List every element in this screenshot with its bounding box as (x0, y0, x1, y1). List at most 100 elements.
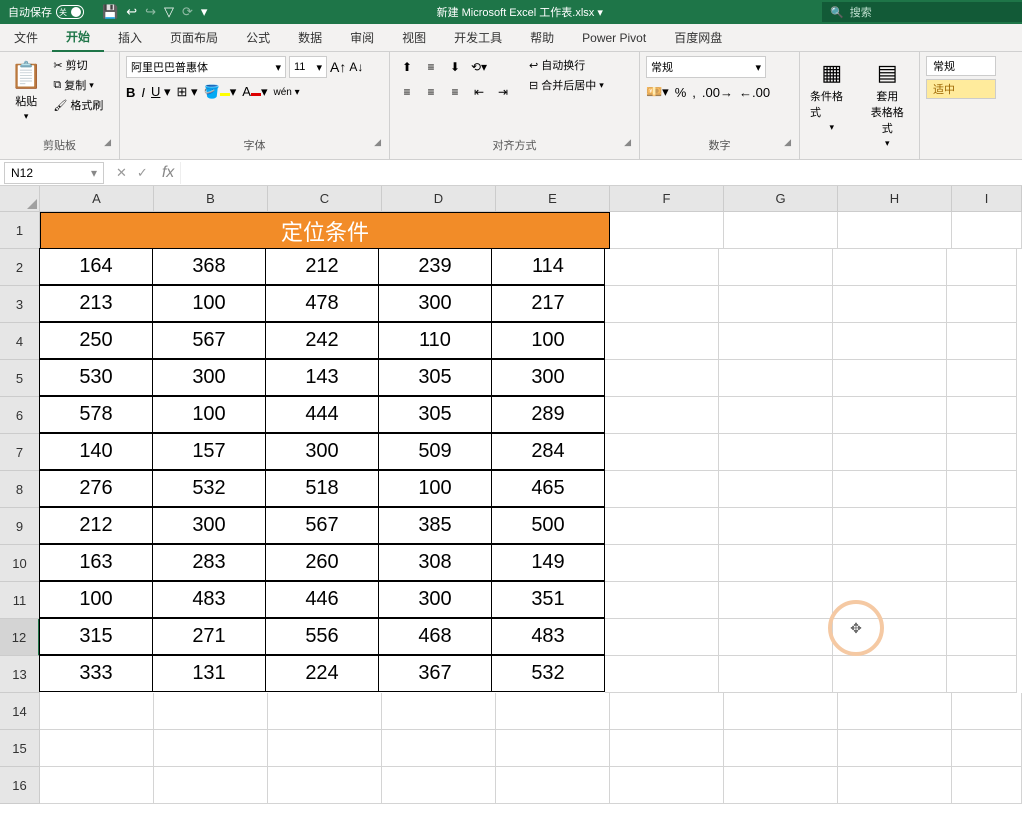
cell[interactable] (952, 767, 1022, 804)
cell[interactable] (610, 730, 724, 767)
cell[interactable] (605, 656, 719, 693)
cell[interactable]: 143 (265, 359, 379, 396)
decrease-font-icon[interactable]: A↓ (349, 60, 363, 74)
cell[interactable]: 509 (378, 433, 492, 470)
cell[interactable]: 300 (491, 359, 605, 396)
cell[interactable] (605, 323, 719, 360)
indent-decrease-button[interactable]: ⇤ (468, 81, 490, 103)
select-all-corner[interactable] (0, 186, 40, 212)
font-size-select[interactable]: 11▾ (289, 56, 327, 78)
conditional-format-button[interactable]: ▦条件格式▾ (806, 56, 858, 155)
cell[interactable] (40, 767, 154, 804)
col-header-A[interactable]: A (40, 186, 154, 212)
cell[interactable] (719, 619, 833, 656)
row-header-5[interactable]: 5 (0, 360, 40, 397)
cell[interactable] (947, 619, 1017, 656)
cell[interactable]: 131 (152, 655, 266, 692)
italic-button[interactable]: I (141, 85, 145, 100)
cell[interactable]: 149 (491, 544, 605, 581)
cell[interactable] (838, 212, 952, 249)
cell[interactable] (833, 249, 947, 286)
cell[interactable]: 100 (491, 322, 605, 359)
row-header-9[interactable]: 9 (0, 508, 40, 545)
align-bottom-button[interactable]: ⬇ (444, 56, 466, 78)
underline-button[interactable]: U ▾ (151, 84, 171, 100)
cell[interactable]: 164 (39, 248, 153, 285)
cell[interactable] (605, 249, 719, 286)
cell[interactable] (719, 286, 833, 323)
cell[interactable]: 483 (152, 581, 266, 618)
cell[interactable] (719, 471, 833, 508)
col-header-G[interactable]: G (724, 186, 838, 212)
row-header-4[interactable]: 4 (0, 323, 40, 360)
cell[interactable] (154, 730, 268, 767)
save-icon[interactable]: 💾 (102, 4, 118, 20)
cell[interactable]: 100 (39, 581, 153, 618)
cell[interactable] (947, 360, 1017, 397)
cell[interactable]: 300 (152, 359, 266, 396)
name-box[interactable]: N12▾ (4, 162, 104, 184)
increase-font-icon[interactable]: A↑ (330, 59, 346, 75)
dialog-launcher-icon[interactable]: ◢ (374, 137, 381, 148)
cell[interactable]: 157 (152, 433, 266, 470)
cell[interactable] (719, 582, 833, 619)
wrap-text-button[interactable]: ↩自动换行 (526, 56, 607, 74)
dialog-launcher-icon[interactable]: ◢ (784, 137, 791, 148)
cell[interactable] (268, 693, 382, 730)
cell[interactable]: 333 (39, 655, 153, 692)
comma-button[interactable]: , (692, 85, 696, 100)
cell[interactable] (382, 730, 496, 767)
cell[interactable]: 276 (39, 470, 153, 507)
cell[interactable] (719, 397, 833, 434)
cell[interactable] (724, 767, 838, 804)
cell[interactable] (833, 397, 947, 434)
orientation-button[interactable]: ⟲▾ (468, 56, 490, 78)
cell[interactable]: 100 (152, 396, 266, 433)
cell[interactable] (833, 360, 947, 397)
row-header-15[interactable]: 15 (0, 730, 40, 767)
cell[interactable] (605, 582, 719, 619)
cell[interactable]: 500 (491, 507, 605, 544)
cell[interactable] (947, 323, 1017, 360)
cell[interactable] (719, 249, 833, 286)
tab-审阅[interactable]: 审阅 (336, 24, 388, 52)
cell[interactable] (382, 693, 496, 730)
cell[interactable] (833, 434, 947, 471)
percent-button[interactable]: % (675, 85, 687, 100)
cell[interactable] (833, 656, 947, 693)
cell[interactable] (268, 767, 382, 804)
font-name-select[interactable]: 阿里巴巴普惠体▾ (126, 56, 286, 78)
format-painter-button[interactable]: 🖌格式刷 (50, 96, 106, 114)
cell[interactable] (610, 212, 724, 249)
cell[interactable]: 260 (265, 544, 379, 581)
cell[interactable] (605, 360, 719, 397)
cell[interactable]: 100 (378, 470, 492, 507)
col-header-C[interactable]: C (268, 186, 382, 212)
cell[interactable]: 367 (378, 655, 492, 692)
undo-icon[interactable]: ↩ (126, 4, 137, 20)
filter-icon[interactable]: ▽ (164, 4, 174, 20)
row-header-14[interactable]: 14 (0, 693, 40, 730)
cell[interactable] (40, 693, 154, 730)
tab-百度网盘[interactable]: 百度网盘 (660, 24, 736, 52)
row-header-7[interactable]: 7 (0, 434, 40, 471)
cell[interactable] (496, 767, 610, 804)
tab-数据[interactable]: 数据 (284, 24, 336, 52)
cell[interactable]: 308 (378, 544, 492, 581)
cell[interactable] (947, 249, 1017, 286)
cell[interactable] (947, 508, 1017, 545)
tab-帮助[interactable]: 帮助 (516, 24, 568, 52)
cell[interactable] (719, 508, 833, 545)
cell[interactable] (40, 730, 154, 767)
cell[interactable] (947, 434, 1017, 471)
title-cell[interactable]: 定位条件 (40, 212, 610, 249)
cell[interactable] (154, 767, 268, 804)
cell[interactable] (154, 693, 268, 730)
cell[interactable]: 567 (152, 322, 266, 359)
cell[interactable] (947, 286, 1017, 323)
cell[interactable]: 385 (378, 507, 492, 544)
bold-button[interactable]: B (126, 85, 135, 100)
align-middle-button[interactable]: ≡ (420, 56, 442, 78)
cell[interactable]: 530 (39, 359, 153, 396)
cell[interactable] (719, 360, 833, 397)
